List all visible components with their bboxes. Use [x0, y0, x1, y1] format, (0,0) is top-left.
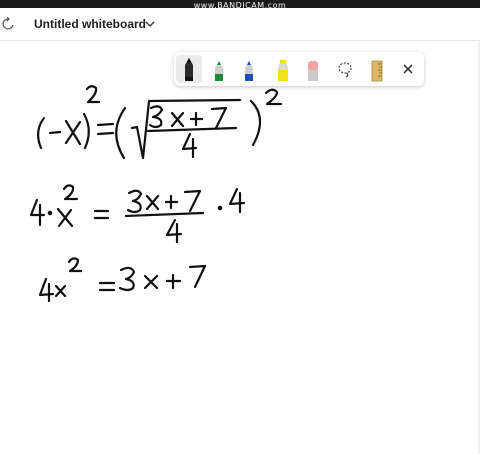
- chevron-down-icon[interactable]: [143, 17, 157, 31]
- ink-line1-right: [115, 88, 283, 160]
- back-icon[interactable]: [0, 16, 16, 32]
- ink-line3: [38, 257, 207, 303]
- ink-line1-left: [37, 85, 115, 150]
- ink-line2: [29, 184, 246, 244]
- whiteboard-canvas[interactable]: [0, 41, 480, 454]
- title-bar: Untitled whiteboard: [0, 8, 480, 41]
- document-title[interactable]: Untitled whiteboard: [34, 17, 146, 31]
